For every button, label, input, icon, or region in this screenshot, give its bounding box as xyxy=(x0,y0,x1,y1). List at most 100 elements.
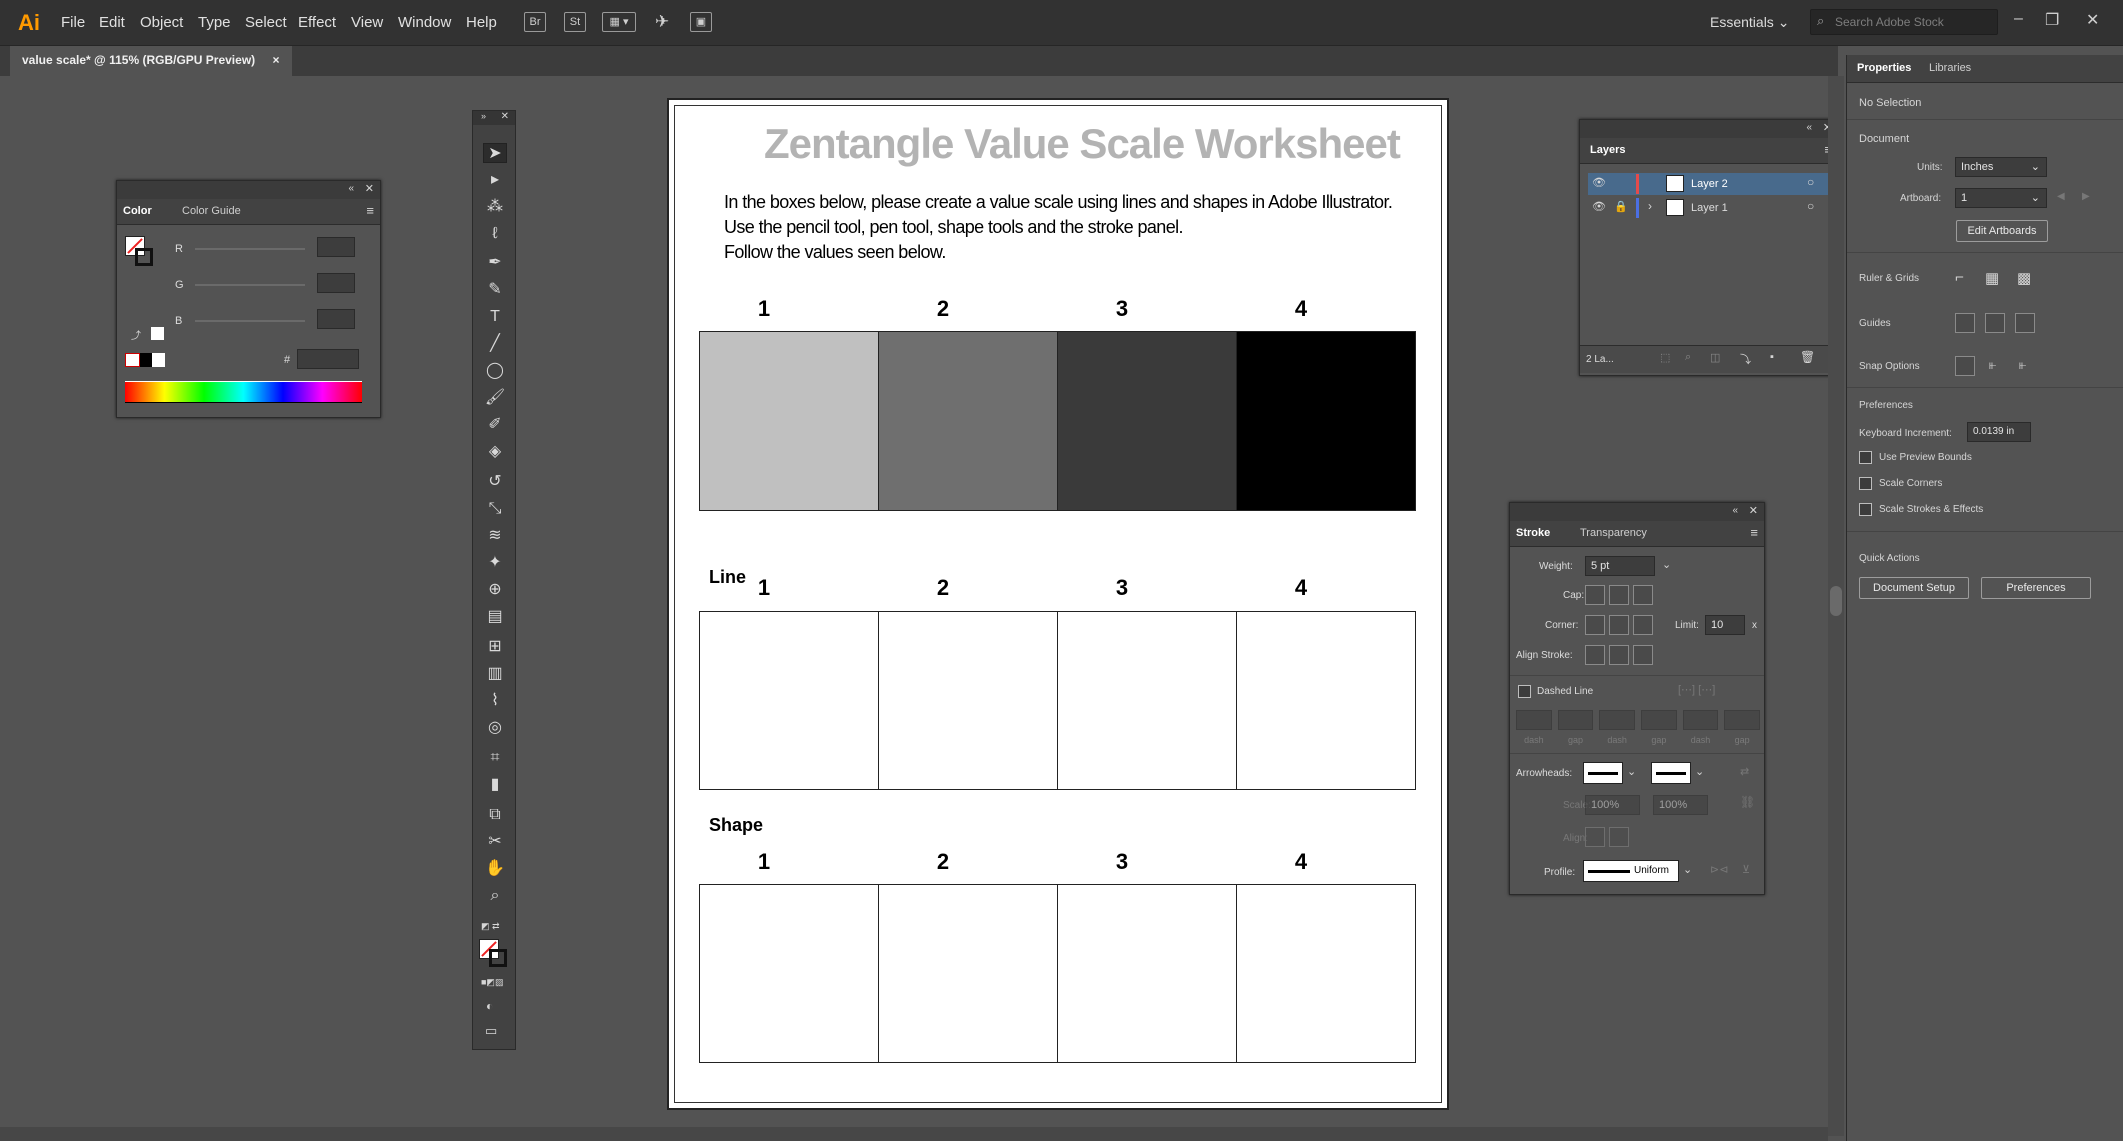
b-slider[interactable] xyxy=(195,320,305,322)
artboard-select[interactable]: 1 ⌄ xyxy=(1955,188,2047,208)
layer-name[interactable]: Layer 1 xyxy=(1691,202,1728,214)
grid-icon[interactable]: ▦ xyxy=(1985,269,1999,287)
eyedropper-tool-icon[interactable]: ⌇ xyxy=(483,691,507,711)
puppet-warp-tool-icon[interactable]: ✦ xyxy=(483,553,507,573)
shape-box-2[interactable] xyxy=(879,885,1058,1062)
flip-along-icon[interactable]: ⊳⊲ xyxy=(1710,863,1728,876)
fill-stroke-indicator[interactable] xyxy=(479,939,509,969)
link-scale-icon[interactable]: ⛓ xyxy=(1740,795,1755,809)
workspace-switcher[interactable]: Essentials ⌄ xyxy=(1710,14,1789,31)
tab-color[interactable]: Color xyxy=(123,205,152,217)
artboard[interactable]: Zentangle Value Scale Worksheet In the b… xyxy=(667,98,1449,1110)
r-slider[interactable] xyxy=(195,248,305,250)
shape-box-4[interactable] xyxy=(1237,885,1415,1062)
shape-box-1[interactable] xyxy=(700,885,879,1062)
next-artboard-icon[interactable]: ▶ xyxy=(2082,191,2090,202)
stock-search-input[interactable]: Search Adobe Stock xyxy=(1810,9,1998,35)
round-join-icon[interactable] xyxy=(1609,615,1629,635)
close-window-icon[interactable]: ✕ xyxy=(2086,10,2099,30)
gap-field[interactable] xyxy=(1724,710,1761,730)
visibility-eye-icon[interactable]: 👁 xyxy=(1592,176,1606,189)
new-layer-icon[interactable]: ▪ xyxy=(1770,351,1774,363)
align-outside-icon[interactable] xyxy=(1633,645,1653,665)
perspective-grid-tool-icon[interactable]: ▤ xyxy=(483,607,507,627)
menu-object[interactable]: Object xyxy=(140,14,183,31)
rotate-tool-icon[interactable]: ↺ xyxy=(483,472,507,492)
zoom-tool-icon[interactable]: ⌕ xyxy=(483,886,507,906)
use-preview-bounds-checkbox[interactable] xyxy=(1859,451,1872,464)
new-sublayer-icon[interactable]: ⤵ xyxy=(1740,351,1751,367)
type-tool-icon[interactable]: T xyxy=(483,307,507,327)
restore-icon[interactable]: ❐ xyxy=(2045,10,2059,30)
gpu-performance-icon[interactable]: ▣ xyxy=(690,12,712,32)
layer-row-layer-2[interactable]: 👁 Layer 2 ○ xyxy=(1588,173,1832,195)
stock-icon[interactable]: St xyxy=(564,12,586,32)
target-circle-icon[interactable]: ○ xyxy=(1807,199,1814,213)
mesh-tool-icon[interactable]: ⊞ xyxy=(483,637,507,657)
line-box-3[interactable] xyxy=(1058,612,1237,789)
dash-field[interactable] xyxy=(1682,710,1719,730)
g-value[interactable] xyxy=(317,273,355,293)
shape-builder-tool-icon[interactable]: ⊕ xyxy=(483,580,507,600)
scroll-thumb[interactable] xyxy=(1830,586,1842,616)
weight-field[interactable]: 5 pt xyxy=(1585,556,1655,576)
snap-to-pixel-icon[interactable]: ⫦ xyxy=(2019,357,2026,373)
line-tool-icon[interactable]: ╱ xyxy=(483,334,507,354)
warp-tool-icon[interactable]: ≋ xyxy=(483,526,507,546)
value-swatch-4[interactable] xyxy=(1237,332,1415,510)
close-icon[interactable]: ✕ xyxy=(365,182,374,195)
align-inside-icon[interactable] xyxy=(1609,645,1629,665)
fill-stroke-swatch[interactable] xyxy=(125,236,153,268)
show-guides-icon[interactable] xyxy=(1955,313,1975,333)
line-box-4[interactable] xyxy=(1237,612,1415,789)
dash-field[interactable] xyxy=(1516,710,1552,730)
scale-corners-checkbox[interactable] xyxy=(1859,477,1872,490)
tab-properties[interactable]: Properties xyxy=(1857,62,1911,74)
ellipse-tool-icon[interactable]: ◯ xyxy=(483,361,507,381)
r-value[interactable] xyxy=(317,237,355,257)
lasso-tool-icon[interactable]: ℓ xyxy=(483,224,507,244)
butt-cap-icon[interactable] xyxy=(1585,585,1605,605)
projecting-cap-icon[interactable] xyxy=(1633,585,1653,605)
gap-field[interactable] xyxy=(1641,710,1677,730)
gradient-tool-icon[interactable]: ▥ xyxy=(483,664,507,684)
miter-join-icon[interactable] xyxy=(1585,615,1605,635)
close-icon[interactable]: ✕ xyxy=(1749,504,1758,517)
none-black-white-swatches[interactable] xyxy=(125,353,166,367)
target-circle-icon[interactable]: ○ xyxy=(1807,175,1814,189)
edit-artboards-button[interactable]: Edit Artboards xyxy=(1956,220,2048,242)
lock-icon[interactable]: 🔒 xyxy=(1614,200,1628,213)
shape-box-3[interactable] xyxy=(1058,885,1237,1062)
tab-transparency[interactable]: Transparency xyxy=(1580,527,1647,539)
panel-menu-icon[interactable]: ≡ xyxy=(366,203,374,218)
panel-menu-icon[interactable]: ≡ xyxy=(1750,525,1758,540)
swap-arrowheads-icon[interactable]: ⇄ xyxy=(1740,765,1749,778)
prev-artboard-icon[interactable]: ◀ xyxy=(2057,191,2065,202)
expand-toolbar-icon[interactable]: » xyxy=(481,111,486,121)
chevron-down-icon[interactable]: ⌄ xyxy=(1683,863,1692,876)
chevron-down-icon[interactable]: ⌄ xyxy=(1627,765,1636,778)
web-safe-swatch[interactable] xyxy=(151,327,164,340)
value-swatch-2[interactable] xyxy=(879,332,1058,510)
pen-tool-icon[interactable]: ✒ xyxy=(483,253,507,273)
bevel-join-icon[interactable] xyxy=(1633,615,1653,635)
round-cap-icon[interactable] xyxy=(1609,585,1629,605)
document-tab[interactable]: value scale* @ 115% (RGB/GPU Preview) × xyxy=(10,46,292,76)
tab-layers[interactable]: Layers xyxy=(1590,144,1625,156)
tab-color-guide[interactable]: Color Guide xyxy=(182,205,241,217)
paintbrush-tool-icon[interactable]: 🖌 xyxy=(483,388,507,408)
draw-mode-icon[interactable]: ◐ xyxy=(486,999,493,1013)
ruler-icon[interactable]: ⌐ xyxy=(1955,269,1964,286)
start-arrowhead-select[interactable] xyxy=(1583,762,1623,784)
dashed-line-checkbox[interactable] xyxy=(1518,685,1531,698)
collapse-icon[interactable]: « xyxy=(1732,505,1738,516)
keyboard-increment-field[interactable]: 0.0139 in xyxy=(1967,422,2031,442)
bridge-icon[interactable]: Br xyxy=(524,12,546,32)
menu-edit[interactable]: Edit xyxy=(99,14,125,31)
limit-field[interactable]: 10 xyxy=(1705,615,1745,635)
profile-select[interactable]: Uniform xyxy=(1583,860,1679,882)
scale-tool-icon[interactable]: ⤡ xyxy=(483,499,507,519)
end-arrowhead-select[interactable] xyxy=(1651,762,1691,784)
slice-tool-icon[interactable]: ✂ xyxy=(483,832,507,852)
menu-help[interactable]: Help xyxy=(466,14,497,31)
